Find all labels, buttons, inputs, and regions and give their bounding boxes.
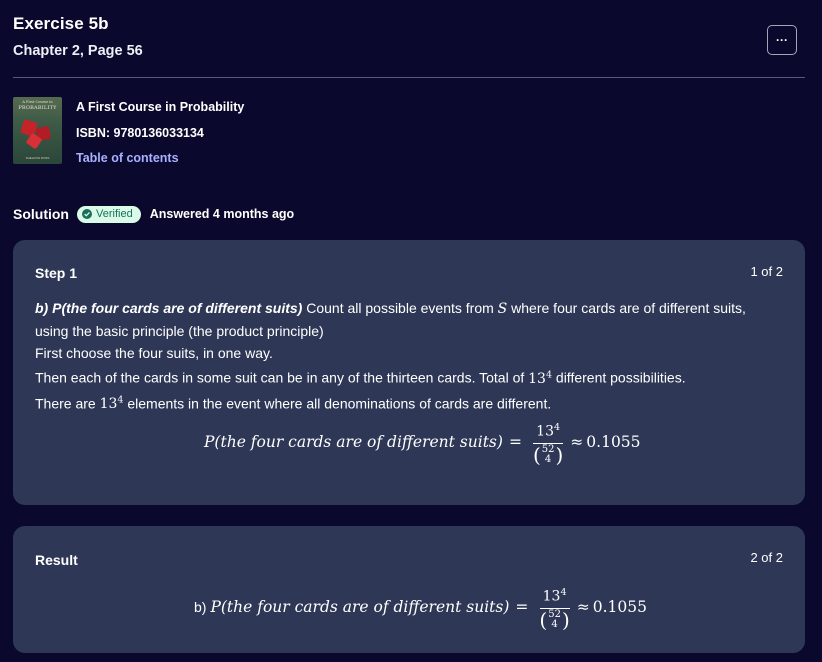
equals-sign: = [515, 597, 529, 616]
power-expression: 134 [99, 394, 124, 413]
cover-top-text: A First Course in [22, 100, 53, 104]
book-title: A First Course in Probability [76, 100, 245, 114]
verified-label: Verified [96, 208, 133, 220]
step-body: b) P(the four cards are of different sui… [35, 297, 787, 415]
result-counter: 2 of 2 [750, 550, 783, 565]
solution-row: Solution Verified Answered 4 months ago [13, 205, 294, 223]
step-counter: 1 of 2 [750, 264, 783, 279]
verified-badge: Verified [77, 205, 141, 223]
step-card: Step 1 1 of 2 b) P(the four cards are of… [13, 240, 805, 505]
probability-formula: P(the four cards are of different suits)… [204, 419, 641, 465]
step-line-5: There are 134 elements in the event wher… [35, 394, 552, 413]
fraction-numerator: 134 [539, 584, 570, 609]
book-isbn: ISBN: 9780136033134 [76, 126, 204, 140]
binomial-coefficient: 52 4 [541, 443, 555, 465]
approx-sign: ≈ [570, 432, 584, 451]
more-icon: ··· [776, 33, 788, 47]
fraction-denominator: ( 52 4 ) [539, 607, 570, 632]
step-text: Count all possible events from [302, 300, 498, 316]
step-line-3: First choose the four suits, in one way. [35, 345, 273, 361]
equals-sign: = [508, 432, 522, 451]
power-expression: 134 [528, 369, 553, 387]
fraction-numerator: 134 [533, 419, 564, 444]
result-part-label: b) [194, 598, 207, 615]
part-label: b) P(the four cards are of different sui… [35, 300, 303, 316]
more-options-button[interactable]: ··· [767, 25, 797, 55]
solution-label: Solution [13, 206, 69, 222]
chapter-page-subtitle: Chapter 2, Page 56 [13, 43, 143, 59]
answered-time: Answered 4 months ago [149, 207, 295, 221]
result-heading: Result [35, 552, 78, 568]
exercise-title: Exercise 5b [13, 14, 109, 33]
result-card: Result 2 of 2 b) P(the four cards are of… [13, 526, 805, 653]
step-line-4: Then each of the cards in some suit can … [35, 369, 686, 387]
step-line-2: using the basic principle (the product p… [35, 323, 324, 339]
sample-space-symbol: S [497, 301, 508, 317]
approx-sign: ≈ [576, 597, 590, 616]
probability-value: 0.1055 [586, 432, 641, 451]
binomial-coefficient: 52 4 [548, 608, 561, 630]
header-divider [13, 77, 805, 78]
fraction: 134 ( 52 4 ) [539, 584, 569, 630]
formula-lhs: P(the four cards are of different suits) [210, 597, 510, 616]
fraction-denominator: ( 52 4 ) [532, 442, 564, 467]
formula-lhs: P(the four cards are of different suits) [204, 432, 503, 451]
probability-value: 0.1055 [592, 597, 647, 616]
step-line-1: b) P(the four cards are of different sui… [35, 297, 787, 320]
step-text: where four cards are of different suits, [507, 300, 746, 316]
cover-author-text: SHELDON ROSS [25, 156, 50, 160]
table-of-contents-link[interactable]: Table of contents [76, 151, 179, 165]
cover-title-text: PROBABILITY [18, 105, 57, 111]
result-formula: b) P(the four cards are of different sui… [194, 584, 647, 630]
fraction: 134 ( 52 4 ) [533, 419, 563, 465]
book-cover-image[interactable]: A First Course in PROBABILITY SHELDON RO… [13, 97, 62, 164]
verified-check-icon [82, 209, 92, 219]
step-heading: Step 1 [35, 265, 78, 281]
